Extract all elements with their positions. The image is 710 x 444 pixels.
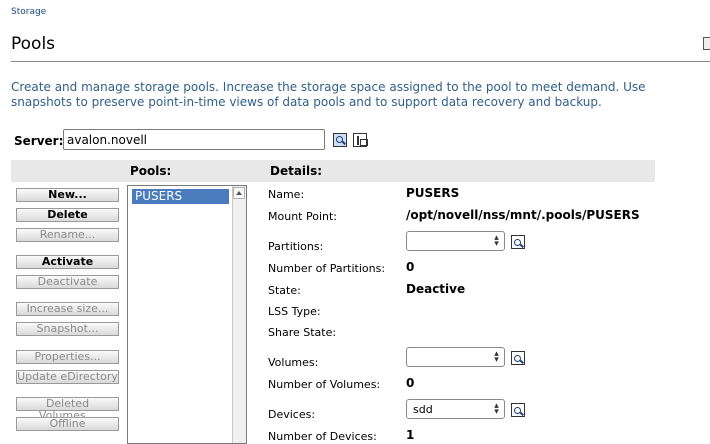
num-partitions-label: Number of Partitions:: [268, 262, 386, 275]
help-icon[interactable]: [703, 37, 710, 50]
devices-label: Devices:: [268, 408, 316, 421]
volumes-details-icon[interactable]: [511, 351, 525, 365]
select-arrows-icon: ▴ ▾: [494, 401, 499, 417]
devices-select[interactable]: sdd ▴ ▾: [406, 399, 505, 419]
list-item[interactable]: PUSERS: [132, 189, 229, 204]
snapshot-button[interactable]: Snapshot...: [16, 322, 119, 336]
partitions-select[interactable]: ▴ ▾: [406, 231, 505, 251]
server-label: Server:: [14, 134, 64, 148]
activate-button[interactable]: Activate: [16, 255, 119, 269]
server-input[interactable]: [63, 129, 325, 150]
name-value: PUSERS: [406, 186, 460, 200]
num-volumes-value: 0: [406, 376, 415, 390]
server-search-icon[interactable]: [333, 133, 347, 147]
num-devices-label: Number of Devices:: [268, 430, 377, 443]
deactivate-button[interactable]: Deactivate: [16, 275, 119, 289]
list-scrollbar[interactable]: [232, 186, 246, 443]
lss-type-label: LSS Type:: [268, 305, 321, 318]
delete-button[interactable]: Delete: [16, 208, 119, 222]
update-edirectory-button[interactable]: Update eDirectory: [16, 370, 119, 384]
mount-point-value: /opt/novell/nss/mnt/.pools/PUSERS: [406, 208, 640, 222]
properties-button[interactable]: Properties...: [16, 350, 119, 364]
num-devices-value: 1: [406, 428, 415, 442]
select-arrows-icon: ▴ ▾: [494, 233, 499, 249]
state-label: State:: [268, 284, 301, 297]
header-bar: [11, 160, 655, 182]
volumes-label: Volumes:: [268, 356, 319, 369]
page-title: Pools: [11, 34, 56, 54]
mount-point-label: Mount Point:: [268, 210, 337, 223]
new-button[interactable]: New...: [16, 188, 119, 202]
volumes-select[interactable]: ▴ ▾: [406, 347, 505, 367]
devices-select-value: sdd: [413, 403, 433, 416]
server-browse-icon[interactable]: [353, 133, 368, 147]
state-value: Deactive: [406, 282, 466, 296]
pools-list[interactable]: PUSERS: [127, 185, 247, 444]
num-partitions-value: 0: [406, 260, 415, 274]
title-divider: [11, 61, 710, 62]
partitions-details-icon[interactable]: [511, 235, 525, 249]
select-arrows-icon: ▴ ▾: [494, 349, 499, 365]
page-description: Create and manage storage pools. Increas…: [11, 80, 646, 109]
scroll-up-arrow-icon[interactable]: [233, 187, 245, 199]
increase-size-button[interactable]: Increase size...: [16, 302, 119, 316]
deleted-volumes-button[interactable]: Deleted Volumes...: [16, 397, 119, 422]
rename-button[interactable]: Rename...: [16, 228, 119, 242]
breadcrumb[interactable]: Storage: [11, 7, 46, 17]
num-volumes-label: Number of Volumes:: [268, 378, 381, 391]
devices-details-icon[interactable]: [511, 403, 525, 417]
partitions-label: Partitions:: [268, 240, 324, 253]
share-state-label: Share State:: [268, 326, 337, 339]
offline-button[interactable]: Offline: [16, 417, 119, 431]
pools-header: Pools:: [130, 164, 172, 178]
details-header: Details:: [270, 164, 323, 178]
name-label: Name:: [268, 188, 305, 201]
